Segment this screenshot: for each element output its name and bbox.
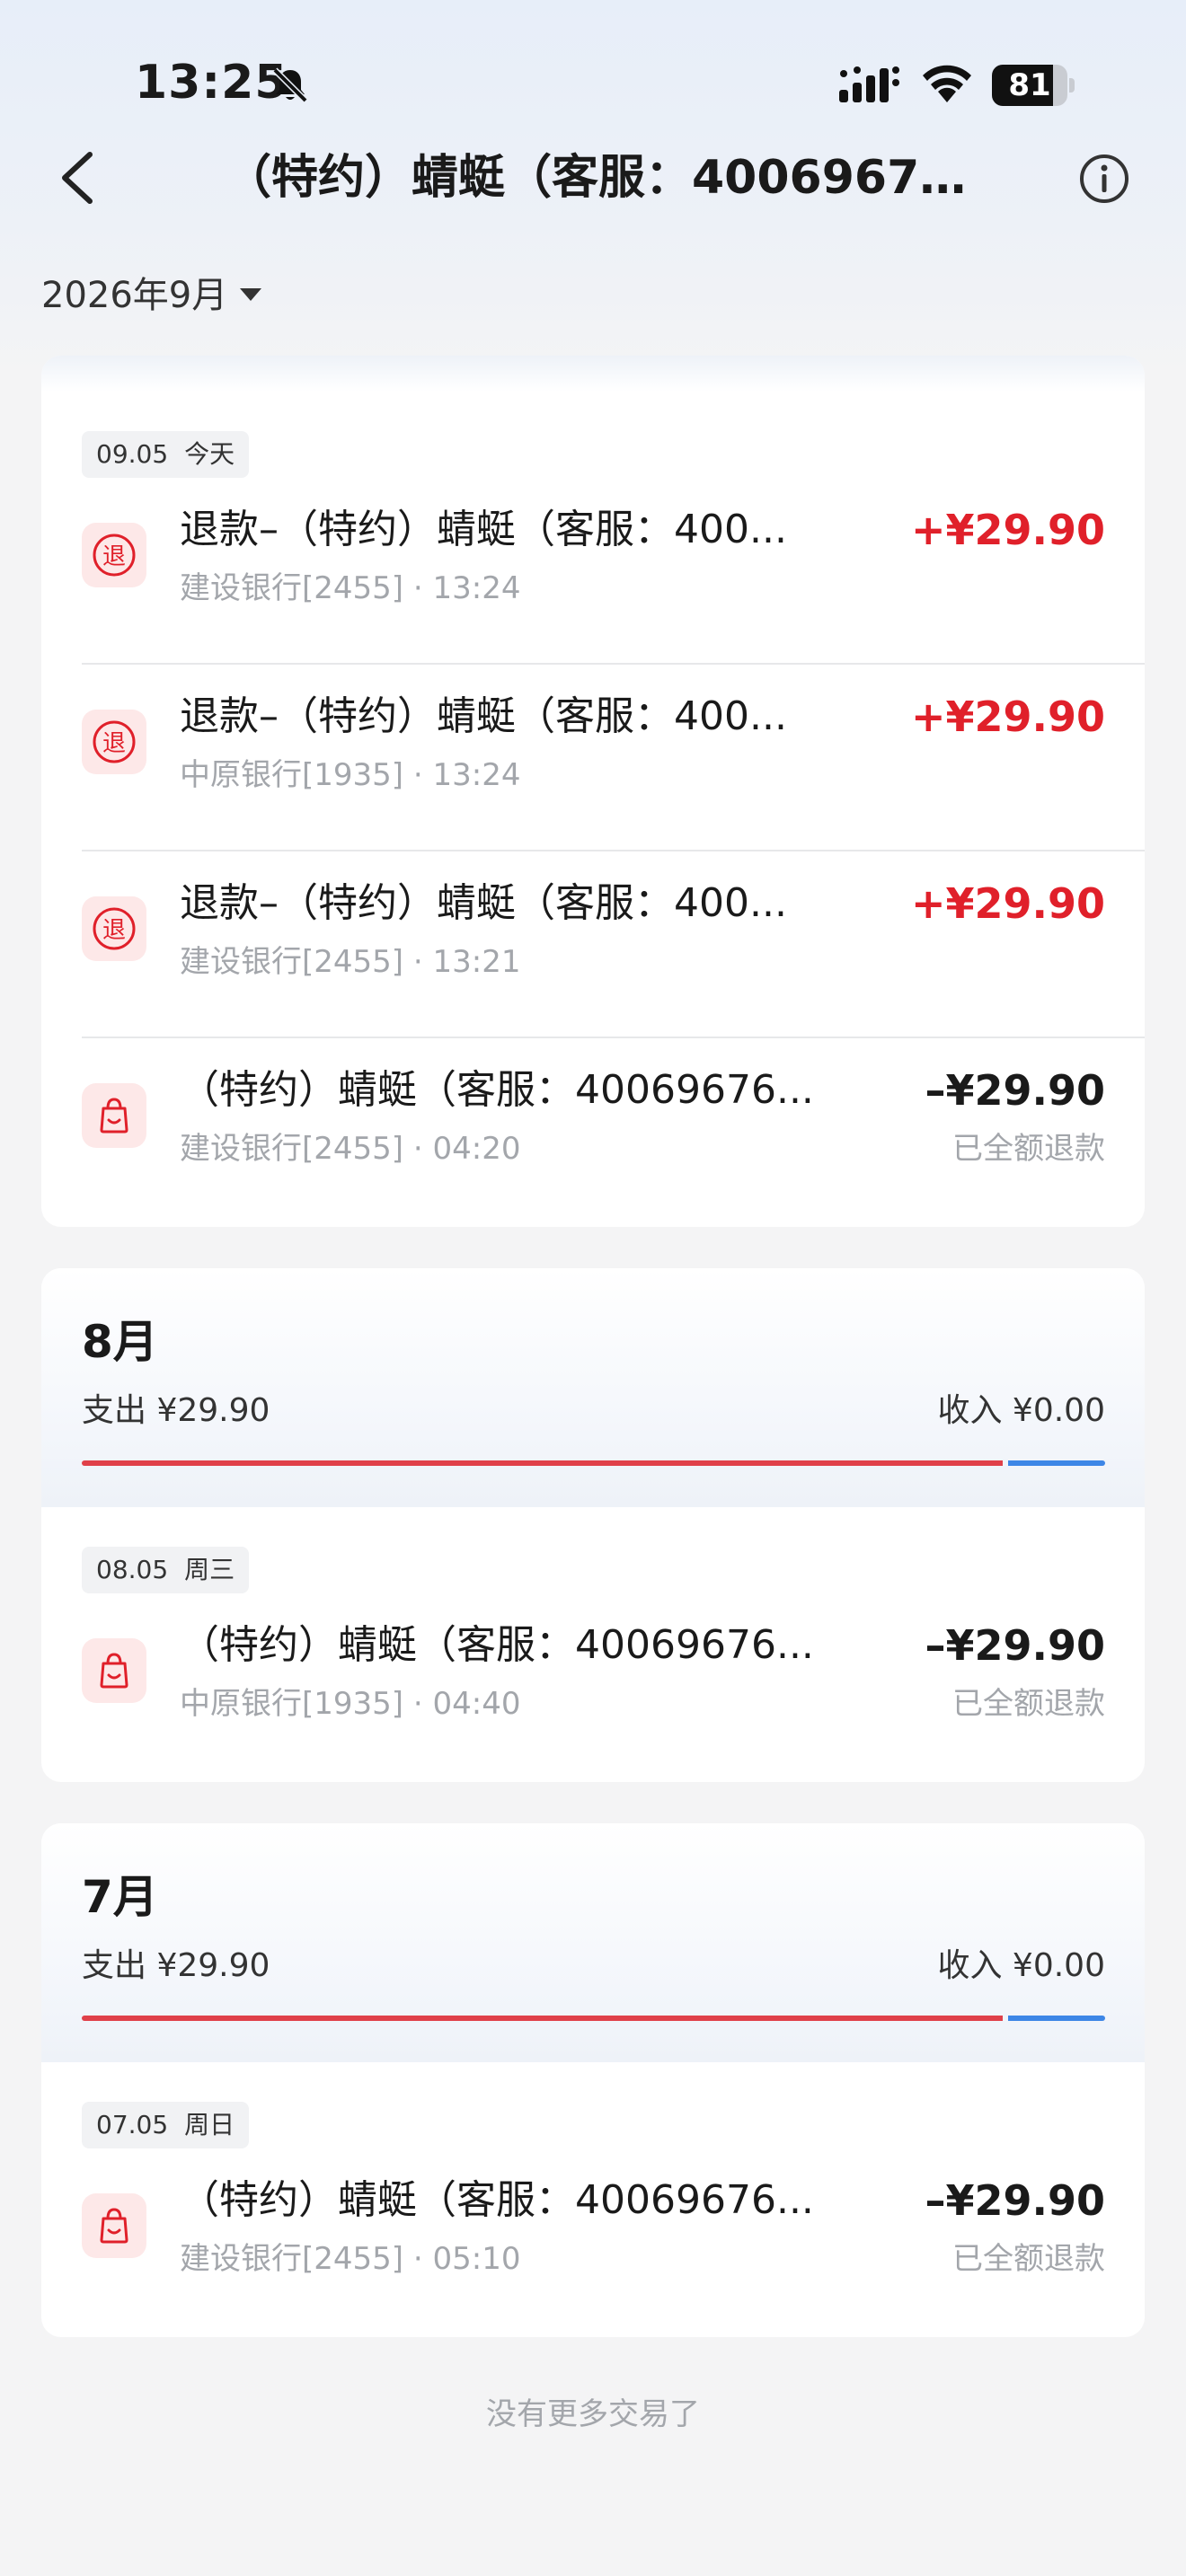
transaction-amount: –¥29.90 bbox=[925, 2176, 1105, 2225]
transaction-name: （特约）蜻蜓（客服：40069676... bbox=[180, 1622, 814, 1668]
shopping-bag-icon bbox=[82, 1638, 146, 1703]
transaction-amount: –¥29.90 bbox=[925, 1066, 1105, 1115]
battery-indicator: 81 bbox=[992, 65, 1075, 106]
transaction-row[interactable]: （特约）蜻蜓（客服：40069676... 中原银行[1935] · 04:40… bbox=[41, 1593, 1145, 1780]
income-total: 收入 ¥0.00 bbox=[937, 1947, 1105, 1984]
date-chip: 09.05 今天 bbox=[82, 431, 250, 478]
expense-income-bar bbox=[82, 1460, 1105, 1466]
september-transactions-card: 09.05 今天 退 退款–（特约）蜻蜓（客服：400... 建设银行[2455]… bbox=[41, 356, 1145, 1227]
transaction-row[interactable]: 退 退款–（特约）蜻蜓（客服：400... 建设银行[2455] · 13:24… bbox=[41, 478, 1145, 665]
svg-text:退: 退 bbox=[102, 543, 126, 570]
transaction-row[interactable]: 退 退款–（特约）蜻蜓（客服：400... 中原银行[1935] · 13:24… bbox=[41, 665, 1145, 851]
refund-icon: 退 bbox=[82, 523, 146, 587]
shopping-bag-icon bbox=[82, 1083, 146, 1148]
refund-status: 已全额退款 bbox=[952, 2241, 1105, 2277]
transaction-amount: +¥29.90 bbox=[910, 693, 1105, 741]
bell-muted-icon bbox=[272, 67, 308, 103]
svg-text:退: 退 bbox=[102, 917, 126, 944]
month-summary: 8月 支出 ¥29.90 收入 ¥0.00 bbox=[41, 1268, 1145, 1507]
transaction-meta: 建设银行[2455] · 13:21 bbox=[180, 944, 521, 980]
transaction-row[interactable]: （特约）蜻蜓（客服：40069676... 建设银行[2455] · 05:10… bbox=[41, 2148, 1145, 2335]
battery-level: 81 bbox=[1008, 67, 1051, 103]
transaction-meta: 中原银行[1935] · 13:24 bbox=[180, 757, 521, 793]
back-arrow-icon[interactable] bbox=[56, 149, 99, 207]
transaction-name: 退款–（特约）蜻蜓（客服：400... bbox=[180, 693, 787, 739]
svg-text:退: 退 bbox=[102, 730, 126, 757]
expense-income-bar bbox=[82, 2016, 1105, 2021]
cellular-signal-icon bbox=[839, 66, 899, 102]
status-time: 13:25 bbox=[135, 56, 288, 110]
page-title: （特约）蜻蜓（客服：40069676... bbox=[225, 151, 979, 205]
transaction-row[interactable]: （特约）蜻蜓（客服：40069676... 建设银行[2455] · 04:20… bbox=[41, 1038, 1145, 1225]
month-summary: 7月 支出 ¥29.90 收入 ¥0.00 bbox=[41, 1823, 1145, 2062]
expense-total: 支出 ¥29.90 bbox=[82, 1947, 270, 1984]
transaction-amount: –¥29.90 bbox=[925, 1621, 1105, 1670]
end-of-list-text: 没有更多交易了 bbox=[486, 2396, 700, 2432]
transaction-name: （特约）蜻蜓（客服：40069676... bbox=[180, 1067, 814, 1113]
july-transactions-card: 7月 支出 ¥29.90 收入 ¥0.00 07.05 周日 （特约）蜻蜓（客服：… bbox=[41, 1823, 1145, 2337]
date-chip: 07.05 周日 bbox=[82, 2102, 250, 2148]
month-selector[interactable]: 2026年9月 bbox=[41, 266, 262, 318]
transaction-amount: +¥29.90 bbox=[910, 879, 1105, 928]
transaction-row[interactable]: 退 退款–（特约）蜻蜓（客服：400... 建设银行[2455] · 13:21… bbox=[41, 851, 1145, 1038]
transaction-name: 退款–（特约）蜻蜓（客服：400... bbox=[180, 880, 787, 926]
refund-status: 已全额退款 bbox=[952, 1131, 1105, 1167]
month-title: 8月 bbox=[82, 1316, 158, 1368]
refund-icon: 退 bbox=[82, 710, 146, 774]
refund-icon: 退 bbox=[82, 896, 146, 961]
info-icon[interactable] bbox=[1078, 153, 1130, 205]
month-selector-label: 2026年9月 bbox=[41, 275, 228, 316]
date-chip: 08.05 周三 bbox=[82, 1547, 250, 1593]
transaction-meta: 中原银行[1935] · 04:40 bbox=[180, 1686, 521, 1722]
month-title: 7月 bbox=[82, 1871, 158, 1923]
refund-status: 已全额退款 bbox=[952, 1686, 1105, 1722]
expense-total: 支出 ¥29.90 bbox=[82, 1392, 270, 1429]
transaction-meta: 建设银行[2455] · 05:10 bbox=[180, 2241, 521, 2277]
transaction-meta: 建设银行[2455] · 13:24 bbox=[180, 570, 521, 606]
transaction-amount: +¥29.90 bbox=[910, 506, 1105, 554]
wifi-icon bbox=[923, 65, 971, 102]
transaction-name: 退款–（特约）蜻蜓（客服：400... bbox=[180, 507, 787, 552]
transaction-meta: 建设银行[2455] · 04:20 bbox=[180, 1131, 521, 1167]
caret-down-icon bbox=[240, 288, 262, 301]
shopping-bag-icon bbox=[82, 2193, 146, 2258]
transaction-name: （特约）蜻蜓（客服：40069676... bbox=[180, 2177, 814, 2223]
income-total: 收入 ¥0.00 bbox=[937, 1392, 1105, 1429]
august-transactions-card: 8月 支出 ¥29.90 收入 ¥0.00 08.05 周三 （特约）蜻蜓（客服：… bbox=[41, 1268, 1145, 1782]
